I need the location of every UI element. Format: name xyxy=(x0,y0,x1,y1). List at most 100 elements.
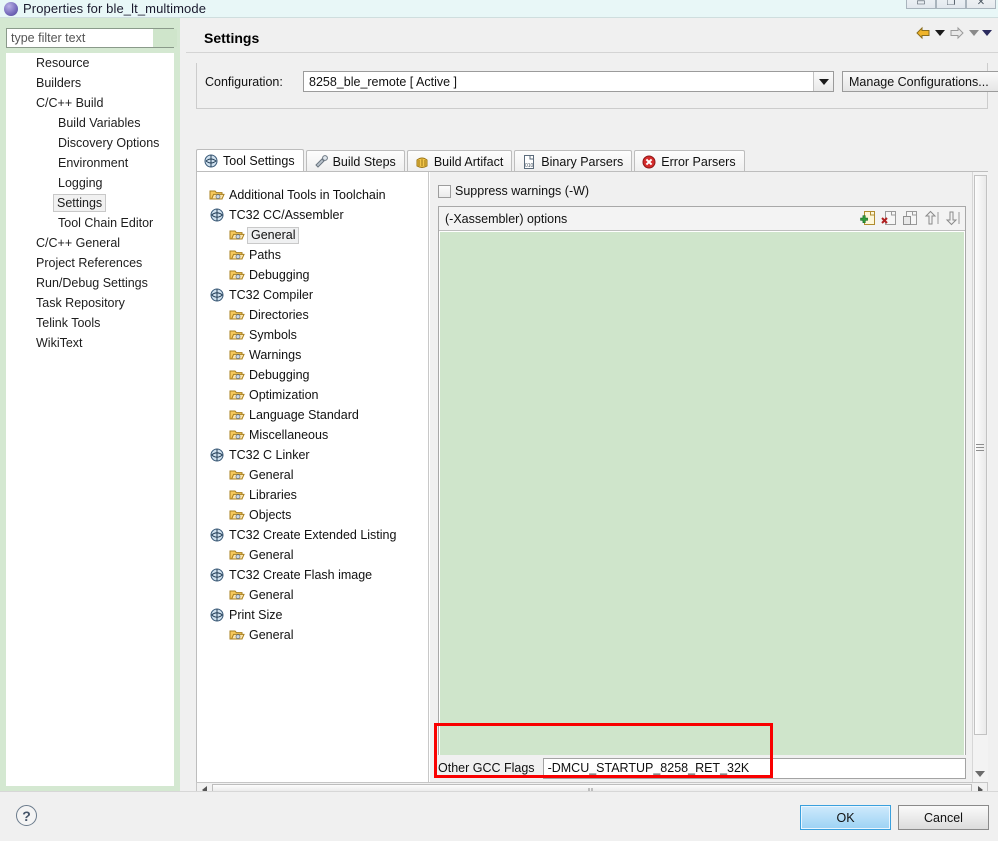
tool-tree-item-tc32-c-linker[interactable]: TC32 C Linker xyxy=(197,445,428,465)
minimize-button[interactable]: ▭ xyxy=(906,0,936,9)
configuration-select[interactable]: 8258_ble_remote [ Active ] xyxy=(303,71,834,92)
sidebar-item-label: Project References xyxy=(34,253,144,273)
folder-icon xyxy=(229,387,245,403)
edit-option-icon[interactable] xyxy=(902,210,919,227)
tab-tool-settings[interactable]: Tool Settings xyxy=(196,149,304,172)
delete-option-icon[interactable] xyxy=(881,210,898,227)
scrollbar-thumb[interactable] xyxy=(974,175,987,735)
tool-tree-item-language-standard[interactable]: Language Standard xyxy=(197,405,428,425)
close-button[interactable]: ✕ xyxy=(966,0,996,9)
other-gcc-flags-label: Other GCC Flags xyxy=(438,761,535,775)
maximize-button[interactable]: ❐ xyxy=(936,0,966,9)
move-up-icon[interactable] xyxy=(923,210,940,227)
tab-build-steps[interactable]: Build Steps xyxy=(306,150,405,172)
sidebar-item-label: C/C++ Build xyxy=(34,93,105,113)
tool-tree-item-label: Language Standard xyxy=(249,405,359,425)
tool-tree-item-label: Miscellaneous xyxy=(249,425,328,445)
tool-tree-item-additional-tools-in-toolchain[interactable]: Additional Tools in Toolchain xyxy=(197,185,428,205)
tool-tree-item-directories[interactable]: Directories xyxy=(197,305,428,325)
suppress-warnings-checkbox[interactable] xyxy=(438,185,451,198)
build-steps-icon xyxy=(313,154,329,170)
sidebar-item-resource[interactable]: Resource xyxy=(6,53,174,73)
sidebar-item-builders[interactable]: Builders xyxy=(6,73,174,93)
tool-tree-item-print-size[interactable]: Print Size xyxy=(197,605,428,625)
configuration-label: Configuration: xyxy=(205,75,283,89)
filter-box[interactable] xyxy=(6,28,174,48)
tool-tree-item-label: TC32 Compiler xyxy=(229,285,313,305)
chevron-down-icon[interactable] xyxy=(813,72,833,91)
cancel-button[interactable]: Cancel xyxy=(898,805,989,830)
tool-tree-item-miscellaneous[interactable]: Miscellaneous xyxy=(197,425,428,445)
sidebar-item-build-variables[interactable]: Build Variables xyxy=(6,113,174,133)
view-menu-chevron-down-icon[interactable] xyxy=(982,30,992,36)
other-gcc-flags-input[interactable] xyxy=(543,758,966,779)
sidebar-item-label: C/C++ General xyxy=(34,233,122,253)
sidebar-item-task-repository[interactable]: Task Repository xyxy=(6,293,174,313)
search-input[interactable] xyxy=(7,28,153,48)
tool-tree-item-label: TC32 Create Extended Listing xyxy=(229,525,396,545)
tool-tree-item-paths[interactable]: Paths xyxy=(197,245,428,265)
sidebar-item-c-c-general[interactable]: C/C++ General xyxy=(6,233,174,253)
tool-tree-item-libraries[interactable]: Libraries xyxy=(197,485,428,505)
tool-tree-item-tc32-create-extended-listing[interactable]: TC32 Create Extended Listing xyxy=(197,525,428,545)
sidebar-item-run-debug-settings[interactable]: Run/Debug Settings xyxy=(6,273,174,293)
ok-button[interactable]: OK xyxy=(800,805,891,830)
folder-icon xyxy=(229,627,245,643)
sidebar-item-label: WikiText xyxy=(34,333,85,353)
tool-tree[interactable]: Additional Tools in ToolchainTC32 CC/Ass… xyxy=(197,172,429,783)
filter-clear-button[interactable] xyxy=(153,29,177,47)
sidebar-item-c-c-build[interactable]: C/C++ Build xyxy=(6,93,174,113)
tool-tree-item-debugging[interactable]: Debugging xyxy=(197,365,428,385)
tool-tree-item-general[interactable]: General xyxy=(197,225,428,245)
options-toolbar xyxy=(860,210,965,227)
scroll-down-arrow-icon[interactable] xyxy=(975,771,985,777)
sidebar-item-label: Telink Tools xyxy=(34,313,102,333)
tool-tree-item-warnings[interactable]: Warnings xyxy=(197,345,428,365)
tool-icon xyxy=(209,527,225,543)
sidebar-item-discovery-options[interactable]: Discovery Options xyxy=(6,133,174,153)
options-list[interactable] xyxy=(440,232,964,772)
tool-tree-item-symbols[interactable]: Symbols xyxy=(197,325,428,345)
help-icon[interactable]: ? xyxy=(16,805,37,826)
sidebar-item-telink-tools[interactable]: Telink Tools xyxy=(6,313,174,333)
sidebar-item-label: Tool Chain Editor xyxy=(56,213,155,233)
move-down-icon[interactable] xyxy=(944,210,961,227)
tool-tree-item-debugging[interactable]: Debugging xyxy=(197,265,428,285)
forward-history-chevron-down-icon[interactable] xyxy=(969,30,979,36)
tool-tree-item-general[interactable]: General xyxy=(197,585,428,605)
tab-binary-parsers[interactable]: 010Binary Parsers xyxy=(514,150,632,172)
forward-arrow-icon[interactable] xyxy=(948,25,966,41)
manage-configurations-button[interactable]: Manage Configurations... xyxy=(842,71,998,92)
sidebar-item-environment[interactable]: Environment xyxy=(6,153,174,173)
sidebar-item-settings[interactable]: Settings xyxy=(6,193,174,213)
sidebar-item-label: Discovery Options xyxy=(56,133,161,153)
tool-tree-item-objects[interactable]: Objects xyxy=(197,505,428,525)
folder-icon xyxy=(229,267,245,283)
sidebar-item-tool-chain-editor[interactable]: Tool Chain Editor xyxy=(6,213,174,233)
binary-parsers-icon: 010 xyxy=(521,154,537,170)
folder-icon xyxy=(229,507,245,523)
tool-tree-item-tc32-cc-assembler[interactable]: TC32 CC/Assembler xyxy=(197,205,428,225)
tool-tree-item-optimization[interactable]: Optimization xyxy=(197,385,428,405)
eclipse-properties-icon xyxy=(4,2,18,16)
tool-tree-item-label: Symbols xyxy=(249,325,297,345)
options-vertical-scrollbar[interactable] xyxy=(972,172,988,783)
add-option-icon[interactable] xyxy=(860,210,877,227)
back-history-chevron-down-icon[interactable] xyxy=(935,30,945,36)
sidebar-item-wikitext[interactable]: WikiText xyxy=(6,333,174,353)
folder-icon xyxy=(229,487,245,503)
tool-tree-item-general[interactable]: General xyxy=(197,465,428,485)
back-arrow-icon[interactable] xyxy=(914,25,932,41)
tool-tree-item-label: TC32 Create Flash image xyxy=(229,565,372,585)
tab-build-artifact[interactable]: Build Artifact xyxy=(407,150,512,172)
tab-error-parsers[interactable]: Error Parsers xyxy=(634,150,744,172)
settings-tree[interactable]: ResourceBuildersC/C++ BuildBuild Variabl… xyxy=(6,53,174,786)
tool-tree-item-tc32-create-flash-image[interactable]: TC32 Create Flash image xyxy=(197,565,428,585)
tool-tree-item-tc32-compiler[interactable]: TC32 Compiler xyxy=(197,285,428,305)
suppress-warnings-row[interactable]: Suppress warnings (-W) xyxy=(438,184,589,198)
tool-tree-item-label: General xyxy=(249,545,293,565)
tool-tree-item-general[interactable]: General xyxy=(197,625,428,645)
tool-tree-item-general[interactable]: General xyxy=(197,545,428,565)
sidebar-item-logging[interactable]: Logging xyxy=(6,173,174,193)
sidebar-item-project-references[interactable]: Project References xyxy=(6,253,174,273)
